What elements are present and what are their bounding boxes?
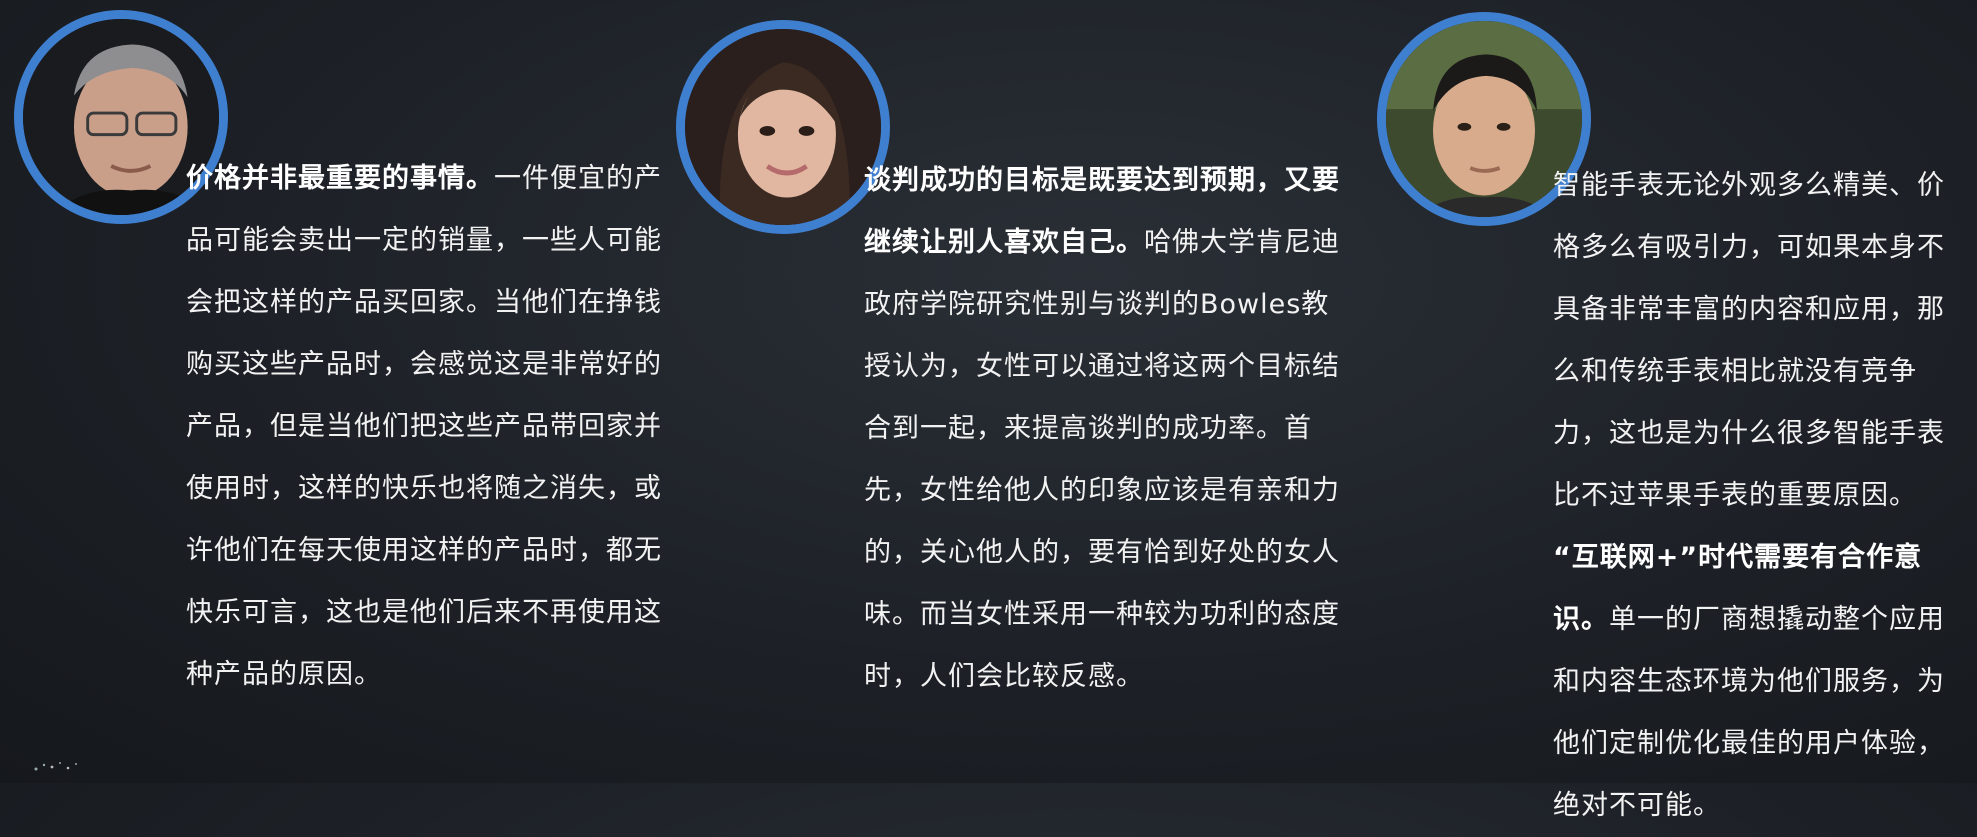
speaker-3-quote: 智能手表无论外观多么精美、价格多么有吸引力，可如果本身不具备非常丰富的内容和应用…: [1553, 155, 1963, 837]
speaker-3-quote-intro: 智能手表无论外观多么精美、价格多么有吸引力，可如果本身不具备非常丰富的内容和应用…: [1553, 170, 1945, 511]
slide: 价格并非最重要的事情。一件便宜的产品可能会卖出一定的销量，一些人可能会把这样的产…: [0, 0, 1977, 821]
speaker-2-avatar: [676, 20, 890, 234]
speaker-1-quote-bold: 价格并非最重要的事情。: [186, 163, 494, 194]
portrait-photo-icon: [685, 29, 881, 225]
speaker-1-quote: 价格并非最重要的事情。一件便宜的产品可能会卖出一定的销量，一些人可能会把这样的产…: [186, 148, 664, 706]
speaker-3-quote-text: 单一的厂商想撬动整个应用和内容生态环境为他们服务，为他们定制优化最佳的用户体验，…: [1553, 604, 1945, 821]
speaker-2-quote: 谈判成功的目标是既要达到预期，又要继续让别人喜欢自己。哈佛大学肯尼迪政府学院研究…: [864, 150, 1340, 708]
speaker-1-quote-text: 一件便宜的产品可能会卖出一定的销量，一些人可能会把这样的产品买回家。当他们在挣钱…: [186, 163, 662, 690]
speaker-2-quote-text: 哈佛大学肯尼迪政府学院研究性别与谈判的Bowles教授认为，女性可以通过将这两个…: [864, 227, 1340, 692]
decorative-speckle: [34, 762, 77, 771]
